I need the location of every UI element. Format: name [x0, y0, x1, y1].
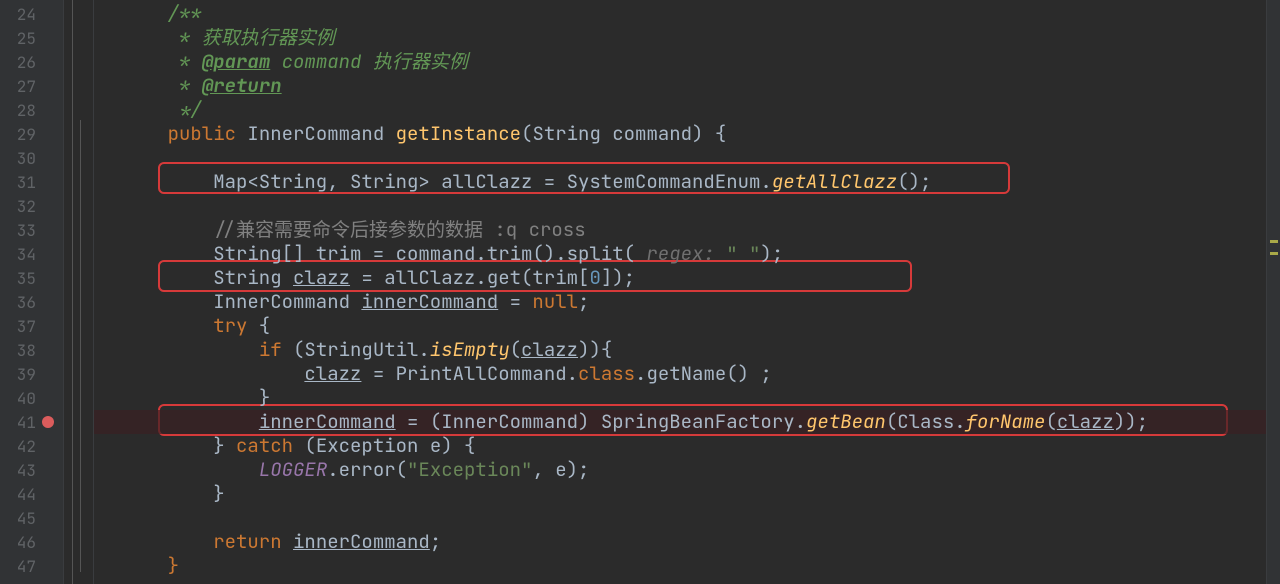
code-line[interactable]: if (StringUtil.isEmpty(clazz)){: [94, 338, 1266, 362]
code-line[interactable]: } catch (Exception e) {: [94, 434, 1266, 458]
code-line[interactable]: * 获取执行器实例: [94, 26, 1266, 50]
line-number[interactable]: 43: [0, 460, 36, 481]
code-editor: 24 25 26 27 28 29 30 31 32 33 34 35 36 3…: [0, 0, 1280, 584]
line-number[interactable]: 37: [0, 316, 36, 337]
fold-guide: [72, 0, 73, 584]
code-line[interactable]: [94, 194, 1266, 218]
code-line[interactable]: }: [94, 554, 1266, 578]
line-number[interactable]: 24: [0, 4, 36, 25]
line-number[interactable]: 47: [0, 556, 36, 577]
line-number[interactable]: 31: [0, 172, 36, 193]
line-number[interactable]: 32: [0, 196, 36, 217]
code-line[interactable]: public InnerCommand getInstance(String c…: [94, 122, 1266, 146]
fold-guide: [80, 120, 81, 572]
line-number[interactable]: 45: [0, 508, 36, 529]
line-number[interactable]: 25: [0, 28, 36, 49]
code-line[interactable]: * @param command 执行器实例: [94, 50, 1266, 74]
code-area[interactable]: /** * 获取执行器实例 * @param command 执行器实例 * @…: [94, 0, 1266, 584]
line-number[interactable]: 26: [0, 52, 36, 73]
code-line-breakpoint[interactable]: innerCommand = (InnerCommand) SpringBean…: [94, 410, 1266, 434]
line-number[interactable]: 34: [0, 244, 36, 265]
line-number[interactable]: 29: [0, 124, 36, 145]
code-line[interactable]: String[] trim = command.trim().split( re…: [94, 242, 1266, 266]
code-line[interactable]: try {: [94, 314, 1266, 338]
error-stripe[interactable]: [1266, 0, 1280, 584]
code-line[interactable]: Map<String, String> allClazz = SystemCom…: [94, 170, 1266, 194]
line-number[interactable]: 46: [0, 532, 36, 553]
line-number[interactable]: 38: [0, 340, 36, 361]
code-line[interactable]: return innerCommand;: [94, 530, 1266, 554]
line-number[interactable]: 28: [0, 100, 36, 121]
stripe-mark[interactable]: [1270, 252, 1278, 255]
code-line[interactable]: [94, 506, 1266, 530]
breakpoint-icon[interactable]: [42, 416, 54, 428]
line-number[interactable]: 35: [0, 268, 36, 289]
code-line[interactable]: //兼容需要命令后接参数的数据 :q cross: [94, 218, 1266, 242]
stripe-mark[interactable]: [1270, 240, 1278, 243]
line-number[interactable]: 30: [0, 148, 36, 169]
line-number[interactable]: 36: [0, 292, 36, 313]
line-number[interactable]: 33: [0, 220, 36, 241]
code-line[interactable]: String clazz = allClazz.get(trim[0]);: [94, 266, 1266, 290]
fold-rail[interactable]: [64, 0, 94, 584]
code-line[interactable]: [94, 146, 1266, 170]
code-line[interactable]: InnerCommand innerCommand = null;: [94, 290, 1266, 314]
gutter[interactable]: 24 25 26 27 28 29 30 31 32 33 34 35 36 3…: [0, 0, 64, 584]
code-line[interactable]: clazz = PrintAllCommand.class.getName() …: [94, 362, 1266, 386]
line-number[interactable]: 41: [0, 412, 36, 433]
line-number[interactable]: 27: [0, 76, 36, 97]
line-number[interactable]: 42: [0, 436, 36, 457]
code-line[interactable]: }: [94, 386, 1266, 410]
code-line[interactable]: }: [94, 482, 1266, 506]
line-number[interactable]: 39: [0, 364, 36, 385]
code-line[interactable]: * @return: [94, 74, 1266, 98]
code-line[interactable]: */: [94, 98, 1266, 122]
code-line[interactable]: /**: [94, 2, 1266, 26]
line-number[interactable]: 40: [0, 388, 36, 409]
line-number[interactable]: 44: [0, 484, 36, 505]
code-line[interactable]: LOGGER.error("Exception", e);: [94, 458, 1266, 482]
